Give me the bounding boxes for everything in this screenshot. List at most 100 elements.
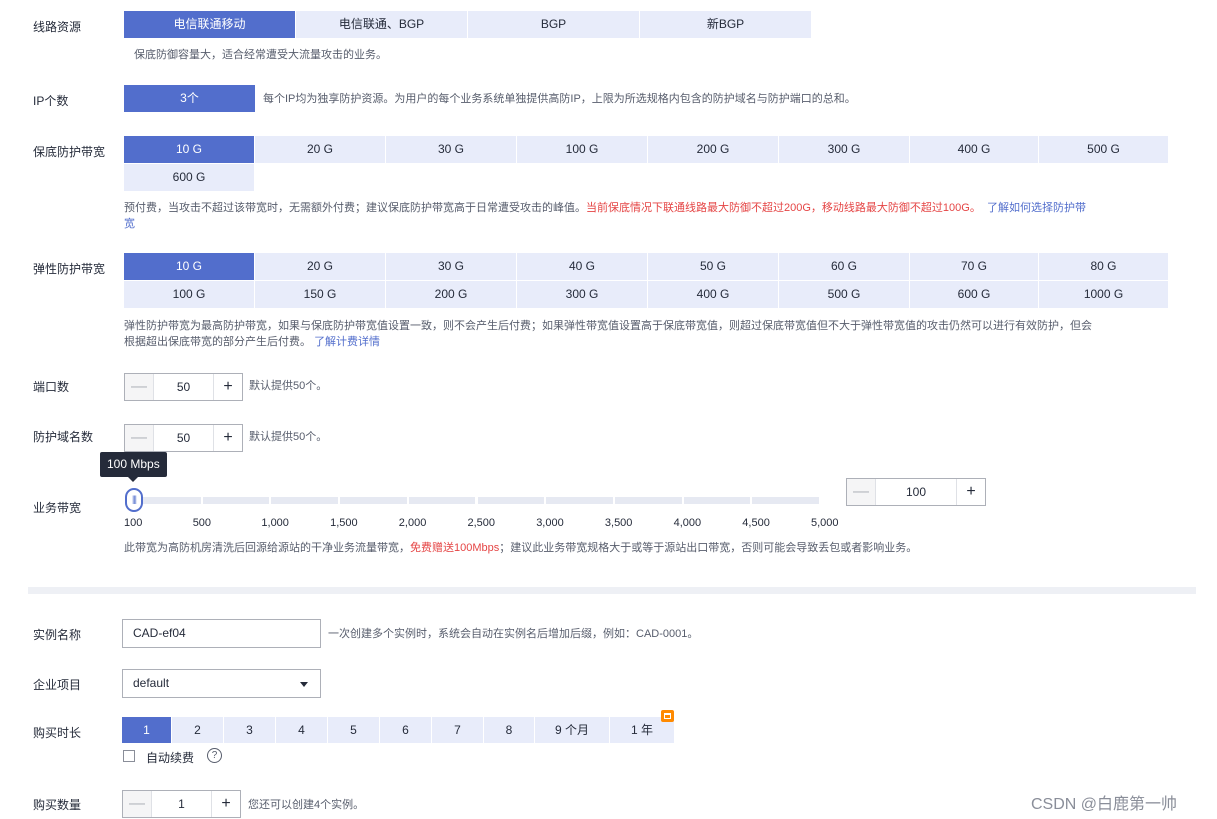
service-bw-increment-button[interactable]: + bbox=[956, 479, 985, 505]
line-label: 线路资源 bbox=[33, 20, 82, 34]
duration-option[interactable]: 4 bbox=[276, 717, 327, 743]
slider-track-segment[interactable] bbox=[546, 497, 613, 504]
elastic-bw-option[interactable]: 1000 G bbox=[1039, 281, 1168, 308]
ports-decrement-button[interactable]: — bbox=[125, 374, 154, 400]
project-label: 企业项目 bbox=[33, 678, 82, 692]
ports-stepper[interactable]: — 50 + bbox=[124, 373, 243, 401]
quantity-hint: 您还可以创建4个实例。 bbox=[248, 799, 365, 811]
quantity-decrement-button[interactable]: — bbox=[123, 791, 152, 817]
auto-renew-checkbox[interactable] bbox=[123, 750, 135, 762]
duration-option[interactable]: 9 个月 bbox=[535, 717, 609, 743]
ports-label: 端口数 bbox=[33, 380, 70, 394]
elastic-bw-option[interactable]: 600 G bbox=[910, 281, 1038, 308]
ip-label: IP个数 bbox=[33, 94, 69, 108]
elastic-bw-option[interactable]: 300 G bbox=[517, 281, 647, 308]
elastic-bw-option[interactable]: 100 G bbox=[124, 281, 254, 308]
line-option-new-bgp[interactable]: 新BGP bbox=[640, 11, 811, 38]
ports-value[interactable]: 50 bbox=[154, 374, 213, 400]
domains-increment-button[interactable]: + bbox=[213, 425, 242, 451]
domains-hint: 默认提供50个。 bbox=[249, 431, 328, 443]
base-bw-option[interactable]: 10 G bbox=[124, 136, 254, 163]
base-bw-learn-link[interactable]: 了解如何选择防护带 bbox=[987, 202, 1086, 214]
elastic-bw-option[interactable]: 60 G bbox=[779, 253, 909, 280]
elastic-bw-option[interactable]: 10 G bbox=[124, 253, 254, 280]
service-bw-stepper[interactable]: — 100 + bbox=[846, 478, 986, 506]
elastic-bw-option[interactable]: 30 G bbox=[386, 253, 516, 280]
project-select[interactable]: default bbox=[122, 669, 321, 698]
elastic-bw-option[interactable]: 200 G bbox=[386, 281, 516, 308]
quantity-value[interactable]: 1 bbox=[152, 791, 211, 817]
duration-option[interactable]: 3 bbox=[224, 717, 275, 743]
slider-track-segment[interactable] bbox=[683, 497, 751, 504]
base-bw-option[interactable]: 30 G bbox=[386, 136, 516, 163]
slider-tooltip: 100 Mbps bbox=[100, 452, 167, 477]
base-bw-learn-link-cont[interactable]: 宽 bbox=[124, 218, 135, 230]
gift-box-shape bbox=[664, 713, 671, 719]
duration-option[interactable]: 8 bbox=[484, 717, 534, 743]
quantity-increment-button[interactable]: + bbox=[211, 791, 240, 817]
line-hint: 保底防御容量大，适合经常遭受大流量攻击的业务。 bbox=[134, 49, 387, 61]
base-bw-warning: 当前保底情况下联通线路最大防御不超过200G，移动线路最大防御不超过100G。 bbox=[586, 202, 981, 214]
slider-track-segment[interactable] bbox=[408, 497, 476, 504]
elastic-bw-option[interactable]: 400 G bbox=[648, 281, 778, 308]
slider-tick-label: 1,500 bbox=[330, 517, 358, 529]
instance-hint: 一次创建多个实例时，系统会自动在实例名后增加后缀，例如：CAD-0001。 bbox=[328, 628, 699, 640]
ports-increment-button[interactable]: + bbox=[213, 374, 242, 400]
base-bw-option[interactable]: 20 G bbox=[255, 136, 385, 163]
domains-decrement-button[interactable]: — bbox=[125, 425, 154, 451]
service-bw-decrement-button[interactable]: — bbox=[847, 479, 876, 505]
line-option-telecom-unicom-mobile[interactable]: 电信联通移动 bbox=[124, 11, 295, 38]
service-bw-label: 业务带宽 bbox=[33, 501, 82, 515]
elastic-bw-option[interactable]: 500 G bbox=[779, 281, 909, 308]
elastic-bw-option[interactable]: 80 G bbox=[1039, 253, 1168, 280]
slider-track-segment[interactable] bbox=[340, 497, 407, 504]
tooltip-arrow bbox=[128, 477, 138, 482]
instance-label: 实例名称 bbox=[33, 628, 82, 642]
duration-option[interactable]: 2 bbox=[172, 717, 223, 743]
duration-option[interactable]: 6 bbox=[380, 717, 431, 743]
base-bw-option[interactable]: 200 G bbox=[648, 136, 778, 163]
elastic-bw-option[interactable]: 20 G bbox=[255, 253, 385, 280]
service-bw-value[interactable]: 100 bbox=[876, 479, 956, 505]
project-select-value: default bbox=[133, 676, 170, 690]
line-option-bgp[interactable]: BGP bbox=[468, 11, 639, 38]
slider-tick-label: 3,000 bbox=[536, 517, 564, 529]
base-bw-option[interactable]: 100 G bbox=[517, 136, 647, 163]
slider-track-segment[interactable] bbox=[614, 497, 682, 504]
help-icon[interactable]: ? bbox=[207, 748, 222, 763]
slider-tick-label: 2,500 bbox=[467, 517, 496, 529]
slider-track-segment[interactable] bbox=[134, 497, 201, 504]
base-bw-option[interactable]: 600 G bbox=[124, 164, 254, 191]
base-bw-hint: 预付费，当攻击不超过该带宽时，无需额外付费；建议保底防护带宽高于日常遭受攻击的峰… bbox=[124, 200, 1174, 232]
elastic-bw-label: 弹性防护带宽 bbox=[33, 262, 106, 276]
duration-option[interactable]: 5 bbox=[328, 717, 379, 743]
base-bw-option[interactable]: 400 G bbox=[910, 136, 1038, 163]
slider-track-segment[interactable] bbox=[752, 497, 819, 504]
slider-tick-label: 2,000 bbox=[398, 517, 427, 529]
elastic-bw-hint-line2: 根据超出保底带宽的部分产生后付费。 bbox=[124, 336, 311, 348]
ip-count-option[interactable]: 3个 bbox=[124, 85, 255, 112]
duration-option[interactable]: 7 bbox=[432, 717, 483, 743]
service-bw-hint-b: ；建议此业务带宽规格大于或等于源站出口带宽，否则可能会导致丢包或者影响业务。 bbox=[499, 542, 918, 554]
base-bw-option[interactable]: 300 G bbox=[779, 136, 909, 163]
elastic-bw-billing-link[interactable]: 了解计费详情 bbox=[314, 336, 380, 348]
elastic-bw-option[interactable]: 40 G bbox=[517, 253, 647, 280]
slider-track-segment[interactable] bbox=[202, 497, 270, 504]
elastic-bw-option[interactable]: 50 G bbox=[648, 253, 778, 280]
line-option-telecom-unicom-bgp[interactable]: 电信联通、BGP bbox=[296, 11, 467, 38]
quantity-label: 购买数量 bbox=[33, 798, 82, 812]
domains-value[interactable]: 50 bbox=[154, 425, 213, 451]
base-bw-option[interactable]: 500 G bbox=[1039, 136, 1168, 163]
slider-tick-label: 4,500 bbox=[742, 517, 770, 529]
duration-option[interactable]: 1 bbox=[122, 717, 171, 743]
slider-track-segment[interactable] bbox=[477, 497, 545, 504]
domains-stepper[interactable]: — 50 + bbox=[124, 424, 243, 452]
slider-track-segment[interactable] bbox=[271, 497, 339, 504]
instance-name-input[interactable]: CAD-ef04 bbox=[122, 619, 321, 648]
slider-handle[interactable]: ||| bbox=[125, 488, 143, 512]
service-bw-free-note: 免费赠送100Mbps bbox=[410, 542, 500, 554]
elastic-bw-option[interactable]: 150 G bbox=[255, 281, 385, 308]
slider-tick-label: 100 bbox=[124, 517, 143, 529]
quantity-stepper[interactable]: — 1 + bbox=[122, 790, 241, 818]
elastic-bw-option[interactable]: 70 G bbox=[910, 253, 1038, 280]
